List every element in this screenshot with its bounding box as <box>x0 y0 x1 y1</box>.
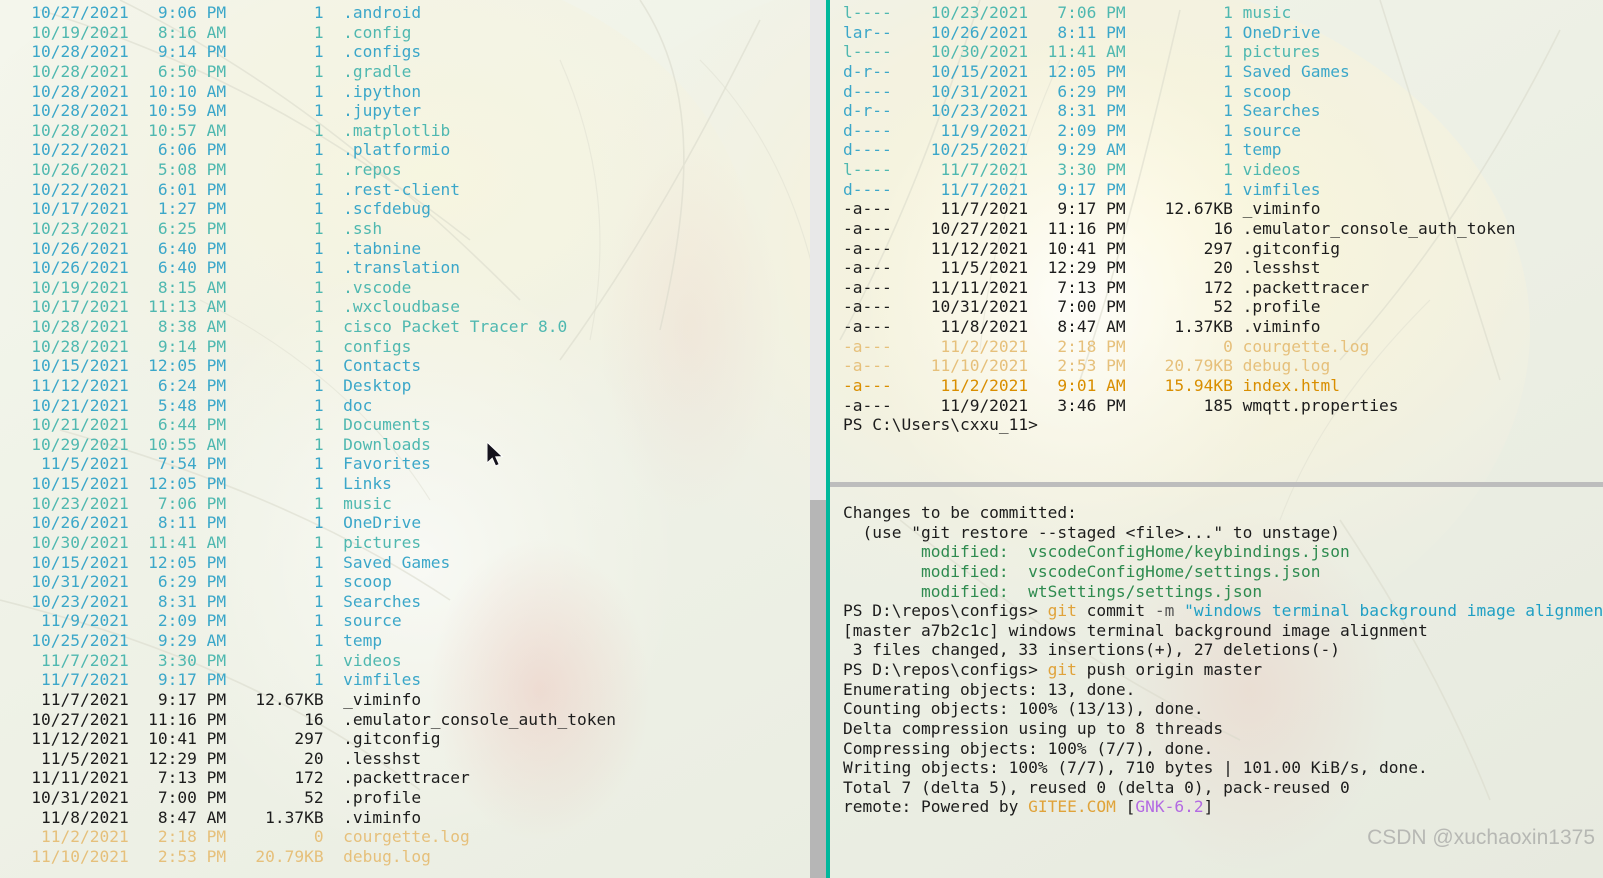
left-listing-row: 10/23/2021 8:31 PM 1 Searches <box>2 591 422 611</box>
left-listing-row: 11/8/2021 8:47 AM 1.37KB .viminfo <box>2 807 422 827</box>
right-listing-row: l---- 11/7/2021 3:30 PM 1 videos <box>843 160 1302 179</box>
git-staged-entry: modified: vscodeConfigHome/settings.json <box>843 561 1321 581</box>
left-listing-row: 10/21/2021 5:48 PM 1 doc <box>2 395 373 415</box>
left-listing-row: 10/28/2021 10:59 AM 1 .jupyter <box>2 101 422 121</box>
left-pane-scrollbar[interactable] <box>810 0 826 878</box>
left-listing-row: 10/26/2021 6:40 PM 1 .translation <box>2 258 461 278</box>
git-push-output-line: Counting objects: 100% (13/13), done. <box>843 699 1204 719</box>
scrollbar-thumb[interactable] <box>810 500 826 878</box>
left-listing-row: 11/7/2021 9:17 PM 12.67KB _viminfo <box>2 689 422 709</box>
git-commit-command: PS D:\repos\configs> git commit -m "wind… <box>843 601 1603 621</box>
right-listing-row: -a--- 11/12/2021 10:41 PM 297 .gitconfig <box>843 238 1341 258</box>
powershell-prompt: PS C:\Users\cxxu_11> <box>843 415 1038 435</box>
left-listing-row: 11/2/2021 2:18 PM 0 courgette.log <box>2 827 470 847</box>
git-commit-output-line: [master a7b2c1c] windows terminal backgr… <box>843 620 1428 640</box>
left-listing-row: 11/11/2021 7:13 PM 172 .packettracer <box>2 768 470 788</box>
git-remote-line: remote: Powered by GITEE.COM [GNK-6.2] <box>843 797 1214 817</box>
git-push-command: PS D:\repos\configs> git push origin mas… <box>843 660 1263 679</box>
git-push-output-line: Writing objects: 100% (7/7), 710 bytes |… <box>843 758 1428 778</box>
left-listing-row: 11/12/2021 10:41 PM 297 .gitconfig <box>2 729 441 749</box>
left-listing-row: 10/23/2021 6:25 PM 1 .ssh <box>2 218 383 238</box>
right-listing-row: lar-- 10/26/2021 8:11 PM 1 OneDrive <box>843 22 1321 42</box>
git-status-header: Changes to be committed: <box>843 503 1077 522</box>
left-listing-row: 10/31/2021 7:00 PM 52 .profile <box>2 788 422 807</box>
git-push-output-line: Delta compression using up to 8 threads <box>843 718 1224 738</box>
left-listing-row: 10/27/2021 11:16 PM 16 .emulator_console… <box>2 709 616 729</box>
pane-horizontal-divider[interactable] <box>830 482 1603 487</box>
left-listing-row: 10/27/2021 9:06 PM 1 .android <box>2 3 422 22</box>
left-listing-rows: 10/27/2021 9:06 PM 1 .android 10/19/2021… <box>0 0 810 867</box>
left-listing-row: 10/26/2021 8:11 PM 1 OneDrive <box>2 513 422 533</box>
left-listing-row: 10/22/2021 6:01 PM 1 .rest-client <box>2 179 461 199</box>
right-listing-row: -a--- 10/27/2021 11:16 PM 16 .emulator_c… <box>843 218 1516 238</box>
right-listing-row: -a--- 11/11/2021 7:13 PM 172 .packettrac… <box>843 277 1370 297</box>
left-listing-row: 11/10/2021 2:53 PM 20.79KB debug.log <box>2 846 431 866</box>
left-listing-row: 10/28/2021 9:14 PM 1 configs <box>2 336 412 356</box>
right-listing-row: -a--- 11/2/2021 2:18 PM 0 courgette.log <box>843 336 1370 356</box>
left-listing-row: 10/25/2021 9:29 AM 1 temp <box>2 631 383 650</box>
terminal-pane-left[interactable]: 10/27/2021 9:06 PM 1 .android 10/19/2021… <box>0 0 810 878</box>
left-listing-row: 11/5/2021 7:54 PM 1 Favorites <box>2 454 431 474</box>
right-listing-row: -a--- 11/5/2021 12:29 PM 20 .lesshst <box>843 258 1321 278</box>
right-listing-row: -a--- 10/31/2021 7:00 PM 52 .profile <box>843 297 1321 317</box>
terminal-pane-right-git[interactable]: Changes to be committed: (use "git resto… <box>830 487 1603 878</box>
left-listing-row: 10/23/2021 7:06 PM 1 music <box>2 493 392 513</box>
terminal-pane-right-files[interactable]: l---- 10/23/2021 7:06 PM 1 music lar-- 10… <box>830 0 1603 484</box>
right-listing-row: -a--- 11/9/2021 3:46 PM 185 wmqtt.proper… <box>843 395 1399 415</box>
right-listing-row: -a--- 11/10/2021 2:53 PM 20.79KB debug.l… <box>843 356 1331 376</box>
right-listing-row: d---- 11/7/2021 9:17 PM 1 vimfiles <box>843 179 1321 199</box>
left-listing-row: 11/7/2021 9:17 PM 1 vimfiles <box>2 670 422 690</box>
left-listing-row: 11/7/2021 3:30 PM 1 videos <box>2 650 402 670</box>
git-push-output-line: Compressing objects: 100% (7/7), done. <box>843 738 1214 758</box>
git-output-rows: Changes to be committed: (use "git resto… <box>830 487 1603 817</box>
left-listing-row: 10/26/2021 6:40 PM 1 .tabnine <box>2 238 422 258</box>
git-staged-entry: modified: vscodeConfigHome/keybindings.j… <box>843 542 1350 562</box>
left-listing-row: 11/9/2021 2:09 PM 1 source <box>2 611 402 631</box>
left-listing-row: 10/31/2021 6:29 PM 1 scoop <box>2 572 392 592</box>
right-listing-row: d-r-- 10/23/2021 8:31 PM 1 Searches <box>843 101 1321 121</box>
git-commit-output-line: 3 files changed, 33 insertions(+), 27 de… <box>843 640 1341 660</box>
left-listing-row: 10/17/2021 1:27 PM 1 .scfdebug <box>2 199 431 219</box>
right-listing-rows: l---- 10/23/2021 7:06 PM 1 music lar-- 10… <box>830 0 1603 435</box>
git-staged-entry: modified: wtSettings/settings.json <box>843 581 1263 601</box>
left-listing-row: 10/28/2021 10:57 AM 1 .matplotlib <box>2 120 451 140</box>
left-listing-row: 10/19/2021 8:16 AM 1 .config <box>2 22 412 42</box>
right-listing-row: -a--- 11/7/2021 9:17 PM 12.67KB _viminfo <box>843 199 1321 219</box>
right-listing-row: l---- 10/23/2021 7:06 PM 1 music <box>843 3 1292 22</box>
left-listing-row: 10/21/2021 6:44 PM 1 Documents <box>2 415 431 435</box>
active-pane-accent-border <box>826 0 830 878</box>
left-listing-row: 10/22/2021 6:06 PM 1 .platformio <box>2 140 451 160</box>
left-listing-row: 10/17/2021 11:13 AM 1 .wxcloudbase <box>2 297 461 317</box>
left-listing-row: 11/5/2021 12:29 PM 20 .lesshst <box>2 748 422 768</box>
left-listing-row: 10/15/2021 12:05 PM 1 Saved Games <box>2 552 451 572</box>
left-listing-row: 11/12/2021 6:24 PM 1 Desktop <box>2 375 412 395</box>
left-listing-row: 10/15/2021 12:05 PM 1 Contacts <box>2 356 422 376</box>
git-push-output-line: Enumerating objects: 13, done. <box>843 679 1136 699</box>
right-listing-row: d---- 10/31/2021 6:29 PM 1 scoop <box>843 81 1292 101</box>
git-push-output-line: Total 7 (delta 5), reused 0 (delta 0), p… <box>843 777 1350 797</box>
left-listing-row: 10/30/2021 11:41 AM 1 pictures <box>2 532 422 552</box>
left-listing-row: 10/19/2021 8:15 AM 1 .vscode <box>2 277 412 297</box>
left-listing-row: 10/28/2021 9:14 PM 1 .configs <box>2 42 422 62</box>
left-listing-row: 10/28/2021 8:38 AM 1 cisco Packet Tracer… <box>2 317 568 336</box>
right-listing-row: l---- 10/30/2021 11:41 AM 1 pictures <box>843 42 1321 62</box>
git-status-hint: (use "git restore --staged <file>..." to… <box>843 522 1341 542</box>
right-listing-row: d-r-- 10/15/2021 12:05 PM 1 Saved Games <box>843 61 1350 81</box>
left-listing-row: 10/26/2021 5:08 PM 1 .repos <box>2 160 402 179</box>
left-listing-row: 10/29/2021 10:55 AM 1 Downloads <box>2 434 431 454</box>
left-listing-row: 10/15/2021 12:05 PM 1 Links <box>2 474 392 493</box>
right-listing-row: d---- 11/9/2021 2:09 PM 1 source <box>843 120 1302 140</box>
right-listing-row: -a--- 11/8/2021 8:47 AM 1.37KB .viminfo <box>843 317 1321 336</box>
left-listing-row: 10/28/2021 6:50 PM 1 .gradle <box>2 61 412 81</box>
right-listing-row: -a--- 11/2/2021 9:01 AM 15.94KB index.ht… <box>843 375 1341 395</box>
right-listing-row: d---- 10/25/2021 9:29 AM 1 temp <box>843 140 1282 160</box>
terminal-window: 10/27/2021 9:06 PM 1 .android 10/19/2021… <box>0 0 1603 878</box>
left-listing-row: 10/28/2021 10:10 AM 1 .ipython <box>2 81 422 101</box>
